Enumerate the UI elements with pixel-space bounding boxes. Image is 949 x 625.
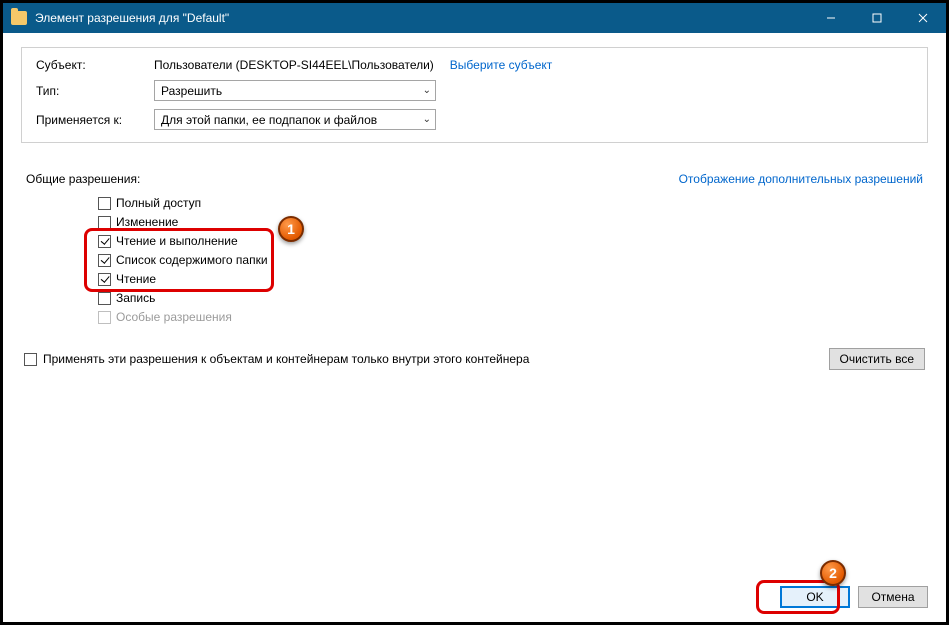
content-area: Субъект: Пользователи (DESKTOP-SI44EEL\П…: [3, 33, 946, 580]
type-value: Разрешить: [161, 84, 423, 98]
chevron-down-icon: ⌄: [423, 85, 431, 96]
applies-value: Для этой папки, ее подпапок и файлов: [161, 113, 423, 127]
folder-icon: [11, 11, 27, 25]
perm-read: Чтение: [98, 270, 925, 288]
perm-label: Изменение: [116, 215, 178, 229]
titlebar: Элемент разрешения для "Default": [3, 3, 946, 33]
perm-full-access: Полный доступ: [98, 194, 925, 212]
checkbox-list-folder[interactable]: [98, 254, 111, 267]
permissions-list: Полный доступ Изменение Чтение и выполне…: [98, 194, 925, 326]
applies-label: Применяется к:: [36, 113, 154, 127]
perm-special: Особые разрешения: [98, 308, 925, 326]
perm-label: Чтение: [116, 272, 156, 286]
perm-modify: Изменение: [98, 213, 925, 231]
chevron-down-icon: ⌄: [423, 114, 431, 125]
perm-list-folder: Список содержимого папки: [98, 251, 925, 269]
ok-button[interactable]: OK: [780, 586, 850, 608]
subject-value: Пользователи (DESKTOP-SI44EEL\Пользовате…: [154, 58, 434, 72]
apply-within-label: Применять эти разрешения к объектам и ко…: [43, 352, 529, 366]
perm-label: Запись: [116, 291, 155, 305]
dialog-footer: 2 OK Отмена: [3, 580, 946, 622]
perm-label: Полный доступ: [116, 196, 201, 210]
permission-entry-window: Элемент разрешения для "Default" Субъект…: [0, 0, 949, 625]
select-subject-link[interactable]: Выберите субъект: [450, 58, 552, 72]
checkbox-apply-within[interactable]: [24, 353, 37, 366]
header-group: Субъект: Пользователи (DESKTOP-SI44EEL\П…: [21, 47, 928, 143]
type-label: Тип:: [36, 84, 154, 98]
clear-all-button[interactable]: Очистить все: [829, 348, 925, 370]
permissions-section: Общие разрешения: Отображение дополнител…: [21, 157, 928, 572]
subject-label: Субъект:: [36, 58, 154, 72]
perm-write: Запись: [98, 289, 925, 307]
perm-label: Особые разрешения: [116, 310, 232, 324]
checkbox-full-access[interactable]: [98, 197, 111, 210]
checkbox-special: [98, 311, 111, 324]
annotation-badge-2: 2: [820, 560, 846, 586]
perm-read-execute: Чтение и выполнение: [98, 232, 925, 250]
perm-label: Список содержимого папки: [116, 253, 268, 267]
apply-within-row: Применять эти разрешения к объектам и ко…: [24, 348, 925, 370]
checkbox-read[interactable]: [98, 273, 111, 286]
minimize-button[interactable]: [808, 3, 854, 33]
cancel-button[interactable]: Отмена: [858, 586, 928, 608]
checkbox-write[interactable]: [98, 292, 111, 305]
close-button[interactable]: [900, 3, 946, 33]
applies-dropdown[interactable]: Для этой папки, ее подпапок и файлов ⌄: [154, 109, 436, 130]
checkbox-read-execute[interactable]: [98, 235, 111, 248]
checkbox-modify[interactable]: [98, 216, 111, 229]
annotation-badge-1: 1: [278, 216, 304, 242]
perm-label: Чтение и выполнение: [116, 234, 238, 248]
window-controls: [808, 3, 946, 33]
window-title: Элемент разрешения для "Default": [35, 11, 229, 25]
maximize-button[interactable]: [854, 3, 900, 33]
permissions-title: Общие разрешения:: [26, 172, 140, 186]
advanced-permissions-link[interactable]: Отображение дополнительных разрешений: [679, 172, 923, 186]
type-dropdown[interactable]: Разрешить ⌄: [154, 80, 436, 101]
